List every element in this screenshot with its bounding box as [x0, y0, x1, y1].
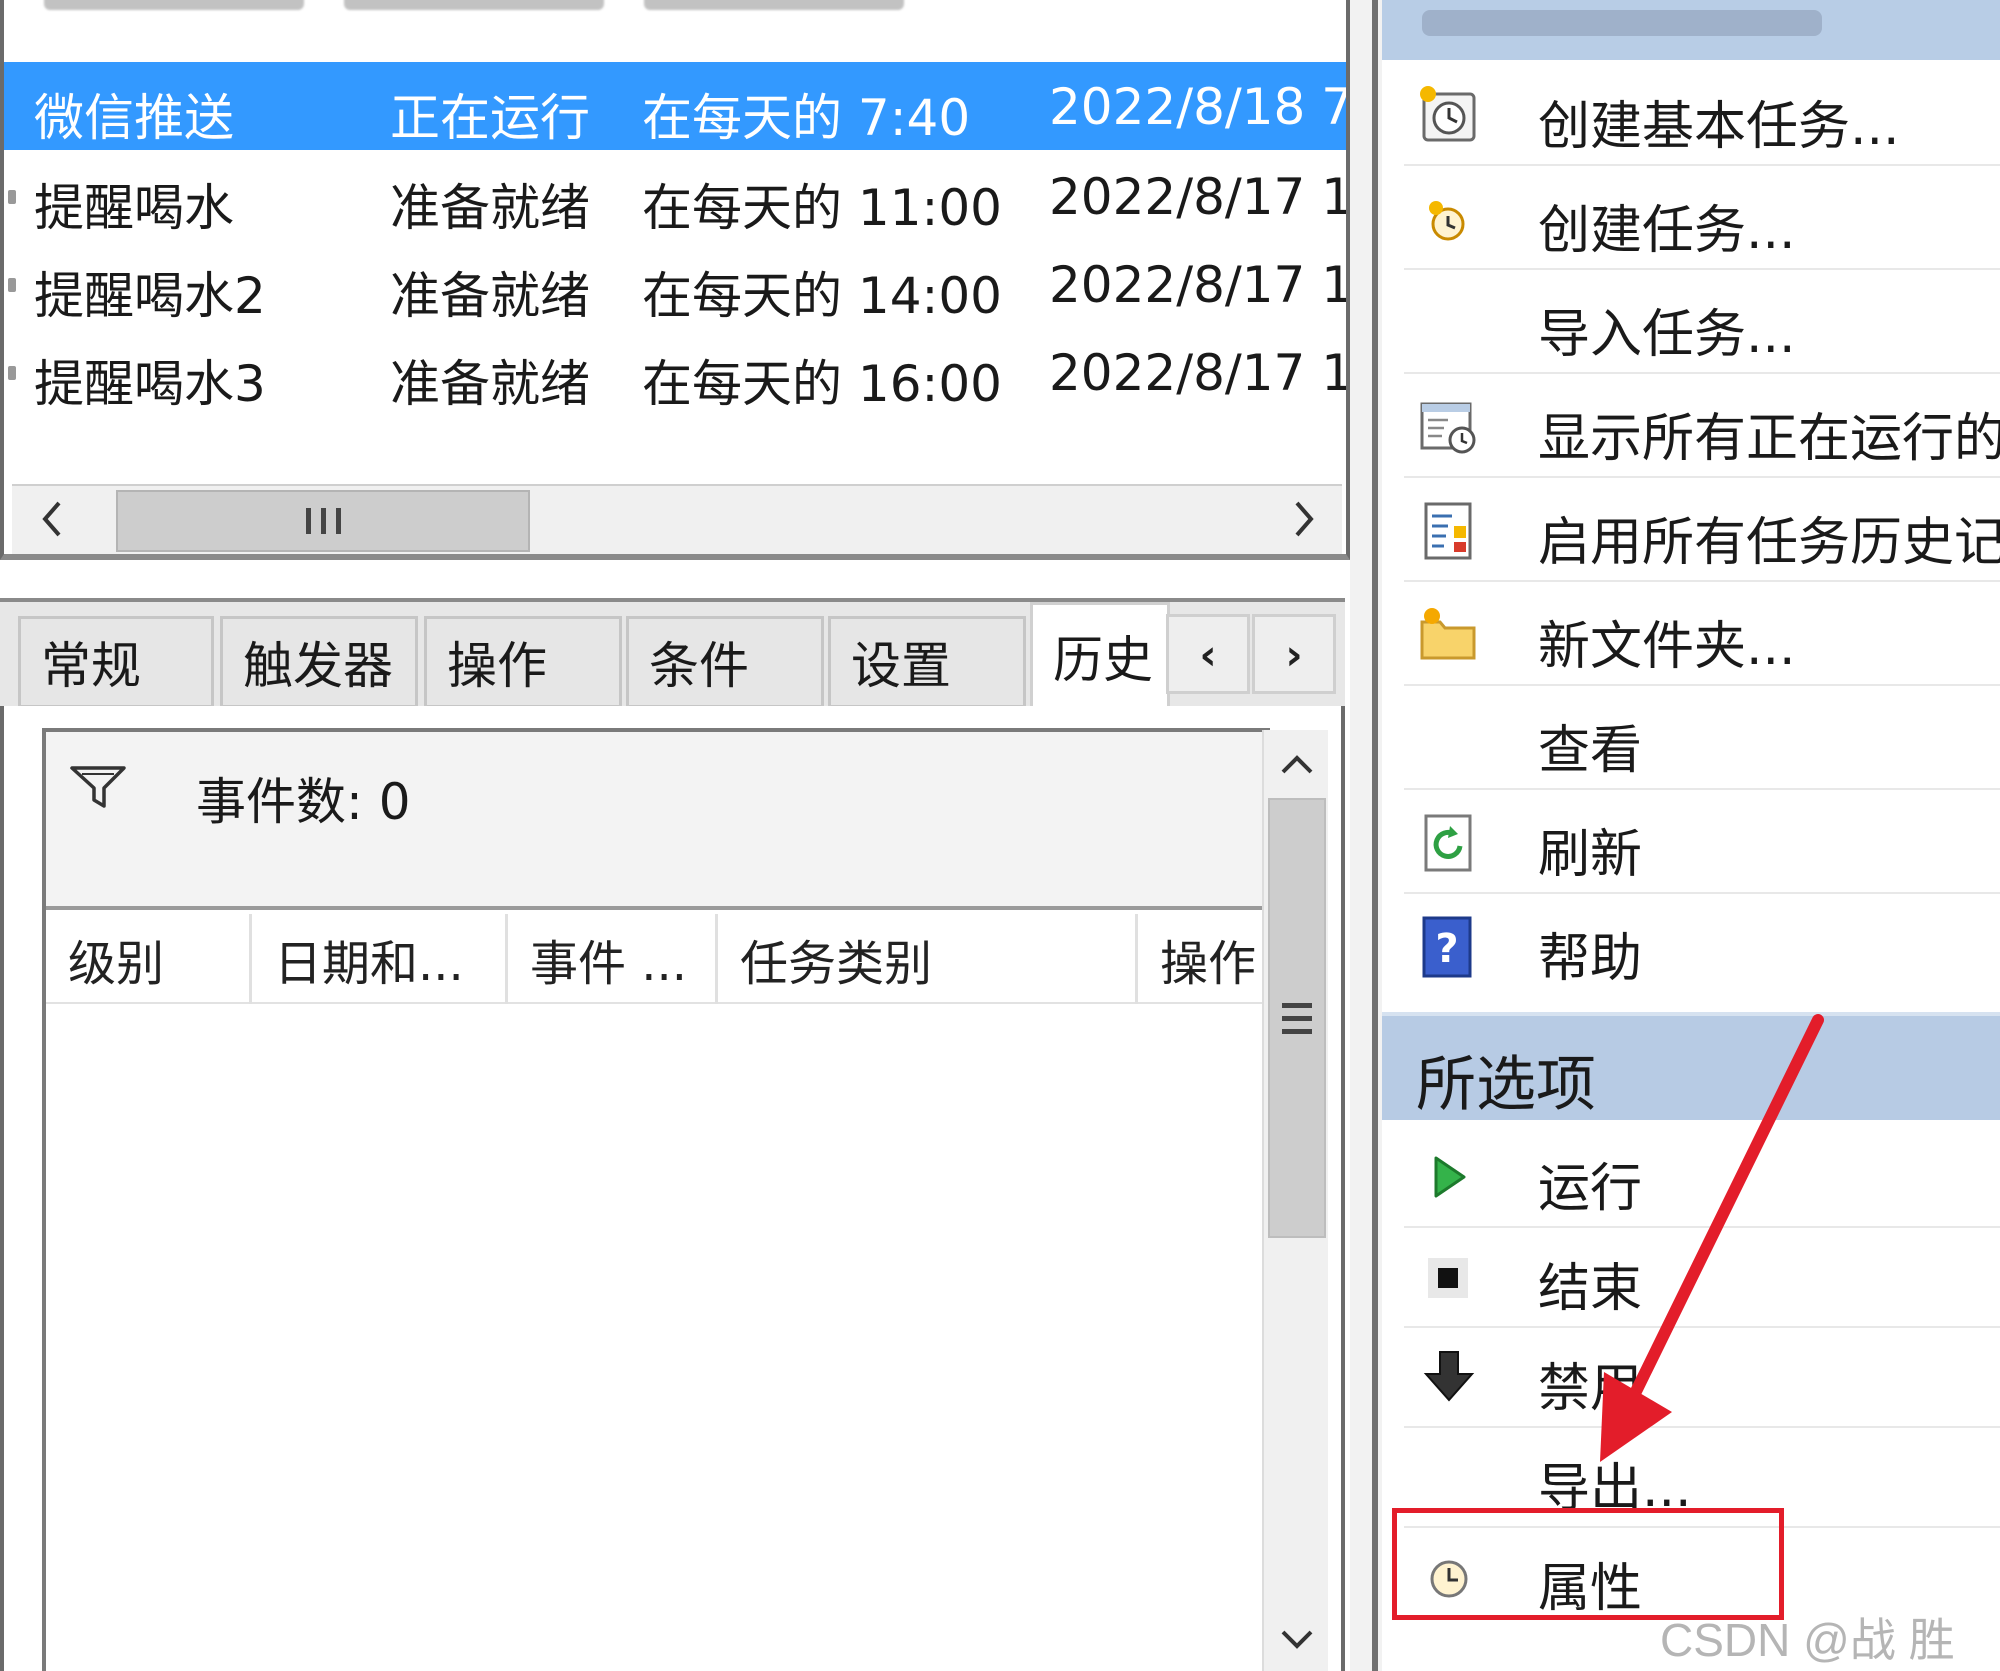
task-name: 提醒喝水	[34, 179, 234, 237]
chevron-left-icon	[42, 501, 61, 537]
running-tasks-icon	[1420, 402, 1476, 454]
stop-icon	[1428, 1258, 1468, 1298]
tab-triggers[interactable]: 触发器	[220, 616, 418, 708]
row-marker	[8, 366, 16, 380]
task-name: 提醒喝水3	[34, 355, 266, 413]
task-row[interactable]: 提醒喝水3 准备就绪 在每天的 16:00 2022/8/17 1	[4, 328, 1350, 416]
action-enable-task-history[interactable]: 启用所有任务历史记录	[1404, 478, 2000, 582]
help-icon: ?	[1422, 916, 1472, 978]
action-label: 导入任务...	[1538, 305, 1796, 365]
tab-label: 触发器	[243, 637, 393, 695]
task-status: 准备就绪	[390, 355, 590, 413]
run-icon	[1434, 1156, 1466, 1198]
chevron-up-icon	[1281, 755, 1313, 774]
action-show-running-tasks[interactable]: 显示所有正在运行的任务	[1404, 374, 2000, 478]
action-import-task[interactable]: 导入任务...	[1404, 270, 2000, 374]
refresh-icon	[1424, 814, 1472, 872]
watermark: CSDN @战 胜	[1660, 1614, 1955, 1666]
task-history-icon	[1424, 502, 1472, 560]
create-basic-task-icon	[1420, 86, 1476, 142]
action-view[interactable]: 查看	[1404, 686, 2000, 790]
task-trigger: 在每天的 11:00	[642, 179, 1002, 237]
tab-scroll-right-button[interactable]: ›	[1252, 614, 1336, 694]
task-trigger: 在每天的 14:00	[642, 267, 1002, 325]
svg-text:?: ?	[1435, 926, 1458, 972]
row-marker	[8, 190, 16, 204]
task-status: 正在运行	[390, 89, 590, 147]
history-view: 事件数: 0 级别 日期和... 事件 ... 任务类别 操作	[42, 728, 1270, 1671]
scroll-right-button[interactable]	[1270, 486, 1336, 552]
partial-row	[44, 0, 904, 30]
row-marker	[8, 278, 16, 292]
action-label: 新文件夹...	[1538, 617, 1796, 677]
task-next-run: 2022/8/17 1	[1049, 344, 1350, 402]
new-folder-icon	[1420, 608, 1476, 660]
task-row[interactable]: 提醒喝水 准备就绪 在每天的 11:00 2022/8/17 1	[4, 152, 1350, 240]
action-help[interactable]: ? 帮助	[1404, 894, 2000, 998]
column-header-level[interactable]: 级别	[46, 914, 252, 1004]
tab-label: 设置	[851, 637, 951, 695]
action-create-basic-task[interactable]: 创建基本任务...	[1404, 62, 2000, 166]
task-row[interactable]: 提醒喝水2 准备就绪 在每天的 14:00 2022/8/17 1	[4, 240, 1350, 328]
actions-header	[1382, 0, 2000, 60]
action-label: 刷新	[1538, 825, 1643, 885]
action-label: 创建任务...	[1538, 201, 1796, 261]
tab-conditions[interactable]: 条件	[626, 616, 824, 708]
tab-label: 条件	[649, 637, 749, 695]
action-refresh[interactable]: 刷新	[1404, 790, 2000, 894]
chevron-down-icon	[1281, 1630, 1313, 1649]
action-new-folder[interactable]: 新文件夹...	[1404, 582, 2000, 686]
tab-history[interactable]: 历史	[1030, 602, 1170, 706]
tab-label: 常规	[41, 637, 141, 695]
column-header-date[interactable]: 日期和...	[252, 914, 508, 1004]
tab-label: 历史	[1053, 630, 1153, 689]
pane-splitter[interactable]	[1350, 0, 1382, 1671]
history-panel: 事件数: 0 级别 日期和... 事件 ... 任务类别 操作	[0, 706, 1345, 1671]
column-header-task-category[interactable]: 任务类别	[718, 914, 1138, 1004]
history-column-headers: 级别 日期和... 事件 ... 任务类别 操作	[46, 914, 1266, 1004]
vertical-scrollbar[interactable]	[1262, 730, 1328, 1671]
column-header-event[interactable]: 事件 ...	[508, 914, 718, 1004]
action-label: 查看	[1538, 721, 1643, 781]
disable-icon	[1423, 1351, 1475, 1402]
chevron-left-icon: ‹	[1199, 629, 1217, 679]
chevron-right-icon: ›	[1285, 629, 1303, 679]
create-task-icon	[1429, 201, 1465, 241]
task-trigger: 在每天的 7:40	[642, 89, 971, 147]
scroll-up-button[interactable]	[1264, 734, 1330, 794]
annotation-arrow-icon	[1600, 1014, 1824, 1462]
tab-label: 操作	[447, 637, 547, 695]
event-count: 事件数: 0	[196, 773, 411, 831]
tab-actions[interactable]: 操作	[424, 616, 622, 708]
task-list: 微信推送 正在运行 在每天的 7:40 2022/8/18 7 提醒喝水 准备就…	[0, 0, 1350, 560]
action-label: 创建基本任务...	[1538, 97, 1900, 157]
action-label: 帮助	[1538, 929, 1643, 989]
vertical-scroll-thumb[interactable]	[1268, 798, 1326, 1238]
horizontal-scroll-thumb[interactable]	[116, 490, 530, 552]
task-trigger: 在每天的 16:00	[642, 355, 1002, 413]
action-label: 显示所有正在运行的任务	[1538, 409, 2000, 469]
chevron-right-icon	[1295, 501, 1314, 537]
column-header-operation[interactable]: 操作	[1138, 914, 1266, 1004]
horizontal-scrollbar[interactable]	[12, 484, 1342, 554]
scroll-left-button[interactable]	[20, 486, 86, 552]
action-label: 启用所有任务历史记录	[1538, 513, 2000, 573]
task-name: 微信推送	[34, 89, 234, 147]
task-next-run: 2022/8/17 1	[1049, 256, 1350, 314]
task-status: 准备就绪	[390, 267, 590, 325]
task-next-run: 2022/8/18 7	[1049, 78, 1350, 136]
detail-tabs: 常规 触发器 操作 条件 设置 历史 ‹ ›	[0, 598, 1345, 708]
action-create-task[interactable]: 创建任务...	[1404, 166, 2000, 270]
event-summary: 事件数: 0	[46, 732, 1266, 910]
tab-general[interactable]: 常规	[18, 616, 214, 708]
task-status: 准备就绪	[390, 179, 590, 237]
task-row[interactable]: 微信推送 正在运行 在每天的 7:40 2022/8/18 7	[4, 62, 1350, 150]
task-next-run: 2022/8/17 1	[1049, 168, 1350, 226]
tab-settings[interactable]: 设置	[828, 616, 1026, 708]
scroll-down-button[interactable]	[1264, 1610, 1330, 1670]
task-name: 提醒喝水2	[34, 267, 266, 325]
filter-icon[interactable]	[68, 762, 128, 812]
tab-scroll-left-button[interactable]: ‹	[1166, 614, 1250, 694]
